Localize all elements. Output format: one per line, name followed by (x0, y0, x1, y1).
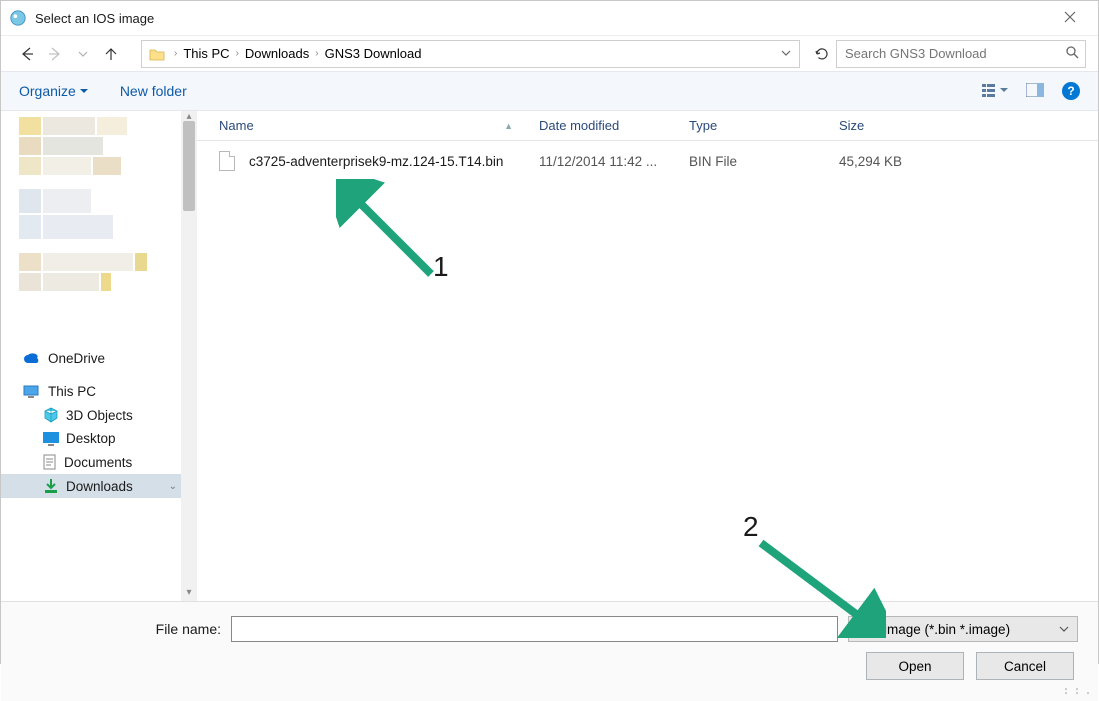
organize-label: Organize (19, 83, 76, 99)
refresh-button[interactable] (808, 46, 836, 62)
file-date: 11/12/2014 11:42 ... (539, 154, 689, 169)
col-name-header[interactable]: Name (219, 118, 254, 133)
cube-icon (43, 407, 59, 423)
scroll-thumb[interactable] (183, 121, 195, 211)
sidebar-item-3dobjects[interactable]: 3D Objects (1, 403, 181, 427)
file-list: Name ▲ Date modified Type Size c3725-adv… (197, 111, 1098, 601)
annotation-label-1: 1 (433, 251, 449, 283)
search-icon[interactable] (1065, 45, 1079, 62)
recent-dropdown-button[interactable] (69, 40, 97, 68)
column-headers[interactable]: Name ▲ Date modified Type Size (197, 111, 1098, 141)
annotation-label-2: 2 (743, 511, 759, 543)
main-area: OneDrive This PC 3D Objects Desktop Docu… (1, 111, 1098, 601)
breadcrumb-root[interactable]: This PC (183, 46, 229, 61)
sidebar-item-label: Documents (64, 455, 132, 470)
window-title: Select an IOS image (35, 11, 1050, 26)
sidebar-item-downloads[interactable]: Downloads ⌄ (1, 474, 181, 498)
sidebar-item-desktop[interactable]: Desktop (1, 427, 181, 450)
file-type-filter[interactable]: IOS image (*.bin *.image) (848, 616, 1078, 642)
col-size-header[interactable]: Size (839, 118, 959, 133)
preview-pane-button[interactable] (1026, 83, 1044, 100)
file-row[interactable]: c3725-adventerprisek9-mz.124-15.T14.bin … (197, 147, 1098, 175)
chevron-right-icon[interactable]: › (230, 48, 245, 59)
document-icon (43, 454, 57, 470)
file-name: c3725-adventerprisek9-mz.124-15.T14.bin (249, 154, 503, 169)
navbar: › This PC › Downloads › GNS3 Download (1, 35, 1098, 71)
breadcrumb-mid[interactable]: Downloads (245, 46, 309, 61)
col-type-header[interactable]: Type (689, 118, 839, 133)
up-button[interactable] (97, 40, 125, 68)
view-mode-button[interactable] (982, 82, 1008, 101)
file-type: BIN File (689, 154, 839, 169)
sidebar-item-label: Desktop (66, 431, 116, 446)
sidebar-item-label: This PC (48, 384, 96, 399)
sidebar-item-label: OneDrive (48, 351, 105, 366)
scroll-down-icon[interactable]: ▾ (181, 587, 197, 601)
file-size: 45,294 KB (839, 154, 959, 169)
sidebar-item-label: Downloads (66, 479, 133, 494)
close-icon[interactable] (1050, 10, 1090, 27)
chevron-right-icon[interactable]: › (309, 48, 324, 59)
sidebar-item-thispc[interactable]: This PC (1, 380, 181, 403)
quick-access-blurred (19, 117, 179, 337)
filter-label: IOS image (*.bin *.image) (857, 622, 1010, 637)
bottom-panel: File name: IOS image (*.bin *.image) Ope… (1, 601, 1098, 701)
sidebar-item-label: 3D Objects (66, 408, 133, 423)
sidebar-scrollbar[interactable]: ▴ ▾ (181, 111, 197, 601)
back-button[interactable] (13, 40, 41, 68)
folder-icon (146, 43, 168, 65)
filename-input[interactable] (231, 616, 838, 642)
open-button[interactable]: Open (866, 652, 964, 680)
cloud-icon (23, 353, 41, 365)
desktop-icon (43, 432, 59, 446)
search-box[interactable] (836, 40, 1086, 68)
download-icon (43, 478, 59, 494)
breadcrumb-leaf[interactable]: GNS3 Download (325, 46, 422, 61)
resize-grip[interactable]: ・・・・・ (1061, 689, 1094, 697)
breadcrumb[interactable]: › This PC › Downloads › GNS3 Download (141, 40, 800, 68)
sort-indicator-icon: ▲ (504, 121, 513, 131)
help-icon[interactable]: ? (1062, 82, 1080, 100)
col-date-header[interactable]: Date modified (539, 118, 689, 133)
sidebar-item-documents[interactable]: Documents (1, 450, 181, 474)
cancel-button[interactable]: Cancel (976, 652, 1074, 680)
sidebar-item-onedrive[interactable]: OneDrive (1, 347, 181, 370)
forward-button[interactable] (41, 40, 69, 68)
app-icon (9, 9, 27, 27)
new-folder-button[interactable]: New folder (120, 83, 187, 99)
filename-label: File name: (21, 621, 221, 637)
chevron-down-icon[interactable] (781, 46, 791, 61)
sidebar: OneDrive This PC 3D Objects Desktop Docu… (1, 111, 197, 601)
search-input[interactable] (843, 45, 1065, 62)
organize-menu[interactable]: Organize (19, 83, 88, 99)
pc-icon (23, 385, 41, 399)
toolbar: Organize New folder ? (1, 71, 1098, 111)
chevron-right-icon[interactable]: › (168, 48, 183, 59)
chevron-down-icon[interactable]: ⌄ (169, 481, 177, 492)
chevron-down-icon (1059, 624, 1069, 634)
file-icon (219, 151, 235, 171)
titlebar: Select an IOS image (1, 1, 1098, 35)
